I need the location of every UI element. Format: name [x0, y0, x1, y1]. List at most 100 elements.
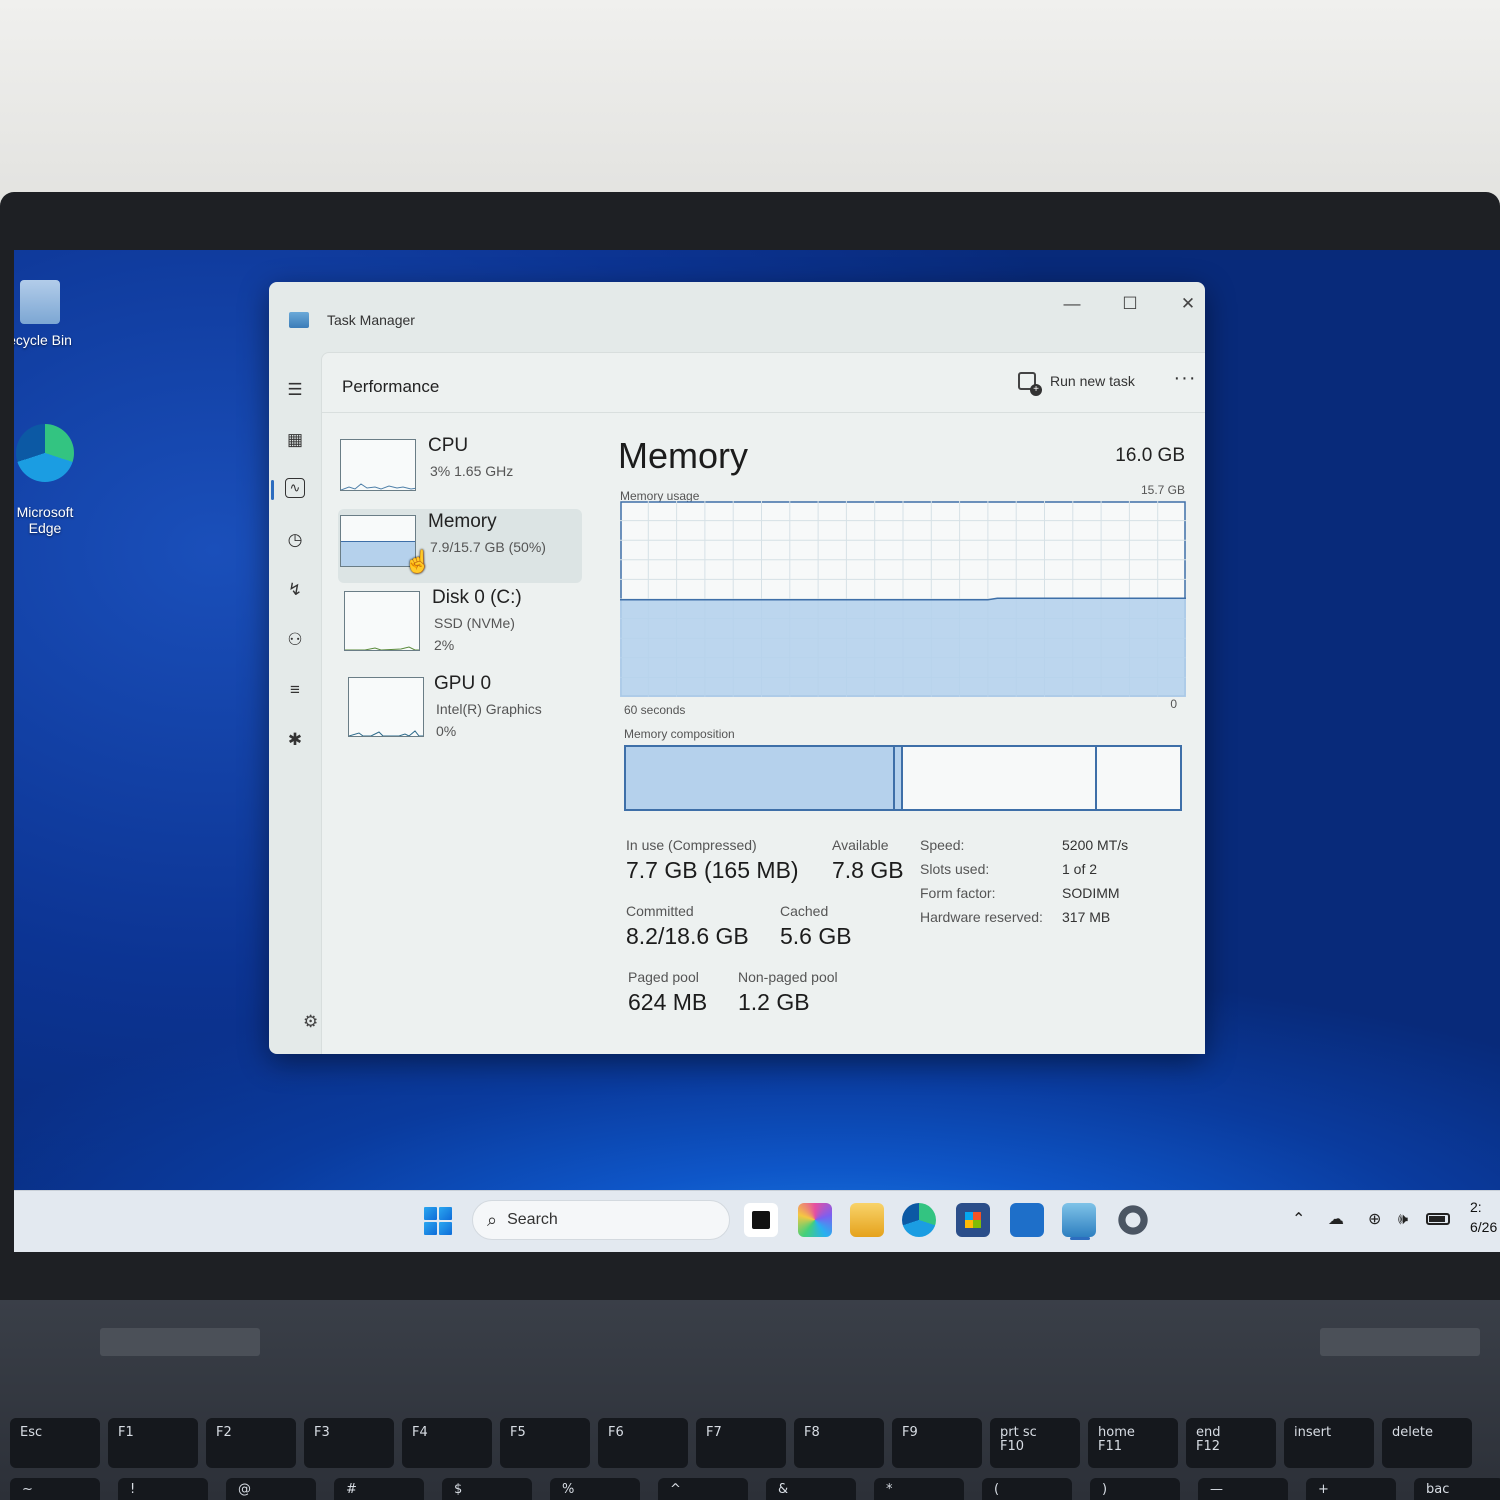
key-fn[interactable]: Esc	[10, 1418, 100, 1468]
resource-item-gpu[interactable]: GPU 0 Intel(R) Graphics 0%	[338, 671, 582, 745]
task-manager-window: Task Manager — ☐ ✕ ☰ ▦ ∿ ◷ ↯ ⚇ ≡ ✱ ⚙ Per…	[269, 282, 1205, 1054]
resource-item-disk[interactable]: Disk 0 (C:) SSD (NVMe) 2%	[338, 585, 582, 659]
run-new-task-button[interactable]: Run new task	[1012, 363, 1152, 399]
gpu-thumbnail-graph	[348, 677, 424, 737]
resource-item-memory[interactable]: Memory 7.9/15.7 GB (50%) ☝	[338, 509, 582, 583]
key-fn[interactable]: F4	[402, 1418, 492, 1468]
key-number[interactable]: &	[766, 1478, 856, 1500]
task-view-icon[interactable]	[744, 1203, 778, 1237]
key-fn[interactable]: insert	[1284, 1418, 1374, 1468]
settings-icon[interactable]	[1116, 1203, 1150, 1237]
memory-usage: 7.9/15.7 GB (50%)	[430, 539, 546, 555]
show-hidden-icons-icon[interactable]: ⌃	[1292, 1209, 1305, 1228]
run-task-icon	[1018, 372, 1042, 396]
key-number[interactable]: ^	[658, 1478, 748, 1500]
app-history-icon[interactable]: ◷	[283, 528, 307, 552]
key-number[interactable]: @	[226, 1478, 316, 1500]
battery-icon[interactable]	[1426, 1213, 1450, 1225]
m365-icon[interactable]	[798, 1203, 832, 1237]
key-fn[interactable]: home F11	[1088, 1418, 1178, 1468]
graph-time-span: 60 seconds	[624, 703, 686, 717]
key-fn[interactable]: delete	[1382, 1418, 1472, 1468]
available-label: Available	[832, 837, 889, 853]
key-fn[interactable]: prt sc F10	[990, 1418, 1080, 1468]
gpu-mini-graph	[349, 730, 423, 736]
network-icon[interactable]: ⊕	[1368, 1209, 1381, 1228]
start-button[interactable]	[424, 1207, 452, 1235]
task-manager-app-icon	[289, 312, 309, 328]
maximize-button[interactable]: ☐	[1107, 286, 1153, 322]
key-fn[interactable]: F8	[794, 1418, 884, 1468]
performance-icon[interactable]: ∿	[285, 478, 305, 498]
taskbar-search[interactable]: ⌕ Search	[472, 1200, 730, 1240]
close-button[interactable]: ✕	[1165, 286, 1211, 322]
form-factor-value: SODIMM	[1062, 885, 1120, 901]
key-number[interactable]: bac	[1414, 1478, 1500, 1500]
key-fn[interactable]: F2	[206, 1418, 296, 1468]
store-icon[interactable]	[956, 1203, 990, 1237]
resource-item-cpu[interactable]: CPU 3% 1.65 GHz	[338, 433, 582, 507]
key-number[interactable]: —	[1198, 1478, 1288, 1500]
hinge-left	[100, 1328, 260, 1356]
settings-icon[interactable]: ⚙	[303, 1012, 318, 1032]
nav-selection-indicator	[271, 480, 274, 500]
command-bar: Performance Run new task ···	[322, 353, 1205, 413]
memory-composition-bar	[624, 745, 1182, 811]
hamburger-icon[interactable]: ☰	[283, 378, 307, 402]
slots-used-value: 1 of 2	[1062, 861, 1098, 877]
cached-value: 5.6 GB	[780, 923, 852, 949]
minimize-button[interactable]: —	[1049, 286, 1095, 322]
company-portal-icon[interactable]	[1010, 1203, 1044, 1237]
services-icon[interactable]: ✱	[283, 728, 307, 752]
details-icon[interactable]: ≡	[283, 678, 307, 702]
key-number[interactable]: +	[1306, 1478, 1396, 1500]
startup-apps-icon[interactable]: ↯	[283, 578, 307, 602]
key-fn[interactable]: F1	[108, 1418, 198, 1468]
key-number[interactable]: )	[1090, 1478, 1180, 1500]
key-number[interactable]: !	[118, 1478, 208, 1500]
start-logo-tile	[439, 1207, 452, 1220]
disk-mini-graph	[345, 646, 419, 650]
key-number[interactable]: $	[442, 1478, 532, 1500]
cpu-mini-graph	[341, 483, 415, 490]
start-logo-tile	[424, 1222, 437, 1235]
key-number[interactable]: *	[874, 1478, 964, 1500]
recycle-bin-shortcut[interactable]: ecycle Bin	[14, 280, 80, 348]
more-options-button[interactable]: ···	[1167, 363, 1203, 399]
key-fn[interactable]: F6	[598, 1418, 688, 1468]
search-placeholder: Search	[507, 1211, 558, 1228]
form-factor-label: Form factor:	[920, 885, 996, 901]
key-number[interactable]: (	[982, 1478, 1072, 1500]
task-manager-icon[interactable]	[1062, 1203, 1096, 1237]
key-number[interactable]: ~	[10, 1478, 100, 1500]
key-number[interactable]: #	[334, 1478, 424, 1500]
composition-standby	[903, 747, 1097, 809]
key-fn[interactable]: F3	[304, 1418, 394, 1468]
key-fn[interactable]: F7	[696, 1418, 786, 1468]
committed-label: Committed	[626, 903, 694, 919]
committed-value: 8.2/18.6 GB	[626, 923, 749, 949]
in-use-value: 7.7 GB (165 MB)	[626, 857, 799, 883]
composition-in-use	[626, 747, 895, 809]
paged-pool-value: 624 MB	[628, 989, 708, 1015]
onedrive-offline-icon[interactable]: ☁	[1328, 1209, 1344, 1228]
system-clock[interactable]: 2: 6/26	[1470, 1197, 1497, 1237]
in-use-label: In use (Compressed)	[626, 837, 757, 853]
memory-usage-max: 15.7 GB	[1140, 483, 1185, 497]
hand-cursor-icon: ☝	[404, 549, 432, 574]
key-number[interactable]: %	[550, 1478, 640, 1500]
key-fn[interactable]: end F12	[1186, 1418, 1276, 1468]
users-icon[interactable]: ⚇	[283, 628, 307, 652]
edge-shortcut[interactable]: Microsoft Edge	[14, 408, 90, 552]
file-explorer-icon[interactable]	[850, 1203, 884, 1237]
edge-icon[interactable]	[902, 1203, 936, 1237]
composition-free	[1097, 747, 1181, 809]
title-bar[interactable]: Task Manager — ☐ ✕	[269, 282, 1205, 352]
volume-icon[interactable]: 🕪	[1398, 1209, 1408, 1229]
key-fn[interactable]: F5	[500, 1418, 590, 1468]
run-new-task-label: Run new task	[1050, 373, 1135, 389]
hardware-reserved-value: 317 MB	[1062, 909, 1111, 925]
processes-icon[interactable]: ▦	[283, 428, 307, 452]
key-fn[interactable]: F9	[892, 1418, 982, 1468]
clock-date: 6/26	[1470, 1219, 1498, 1235]
